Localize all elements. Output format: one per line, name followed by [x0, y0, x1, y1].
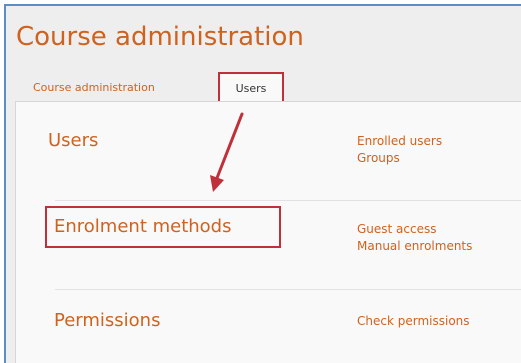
section-divider: [55, 200, 521, 201]
annotation-highlight-box: [45, 206, 281, 248]
link-groups[interactable]: Groups: [357, 151, 400, 165]
link-manual-enrolments[interactable]: Manual enrolments: [357, 239, 472, 253]
tab-users[interactable]: Users: [218, 72, 284, 103]
link-enrolled-users[interactable]: Enrolled users: [357, 134, 442, 148]
link-guest-access[interactable]: Guest access: [357, 222, 437, 236]
tab-course-administration[interactable]: Course administration: [33, 81, 155, 94]
page-title: Course administration: [16, 22, 304, 52]
section-divider: [55, 289, 521, 290]
section-heading-users[interactable]: Users: [48, 130, 98, 151]
section-heading-permissions[interactable]: Permissions: [54, 310, 160, 331]
link-check-permissions[interactable]: Check permissions: [357, 314, 470, 328]
